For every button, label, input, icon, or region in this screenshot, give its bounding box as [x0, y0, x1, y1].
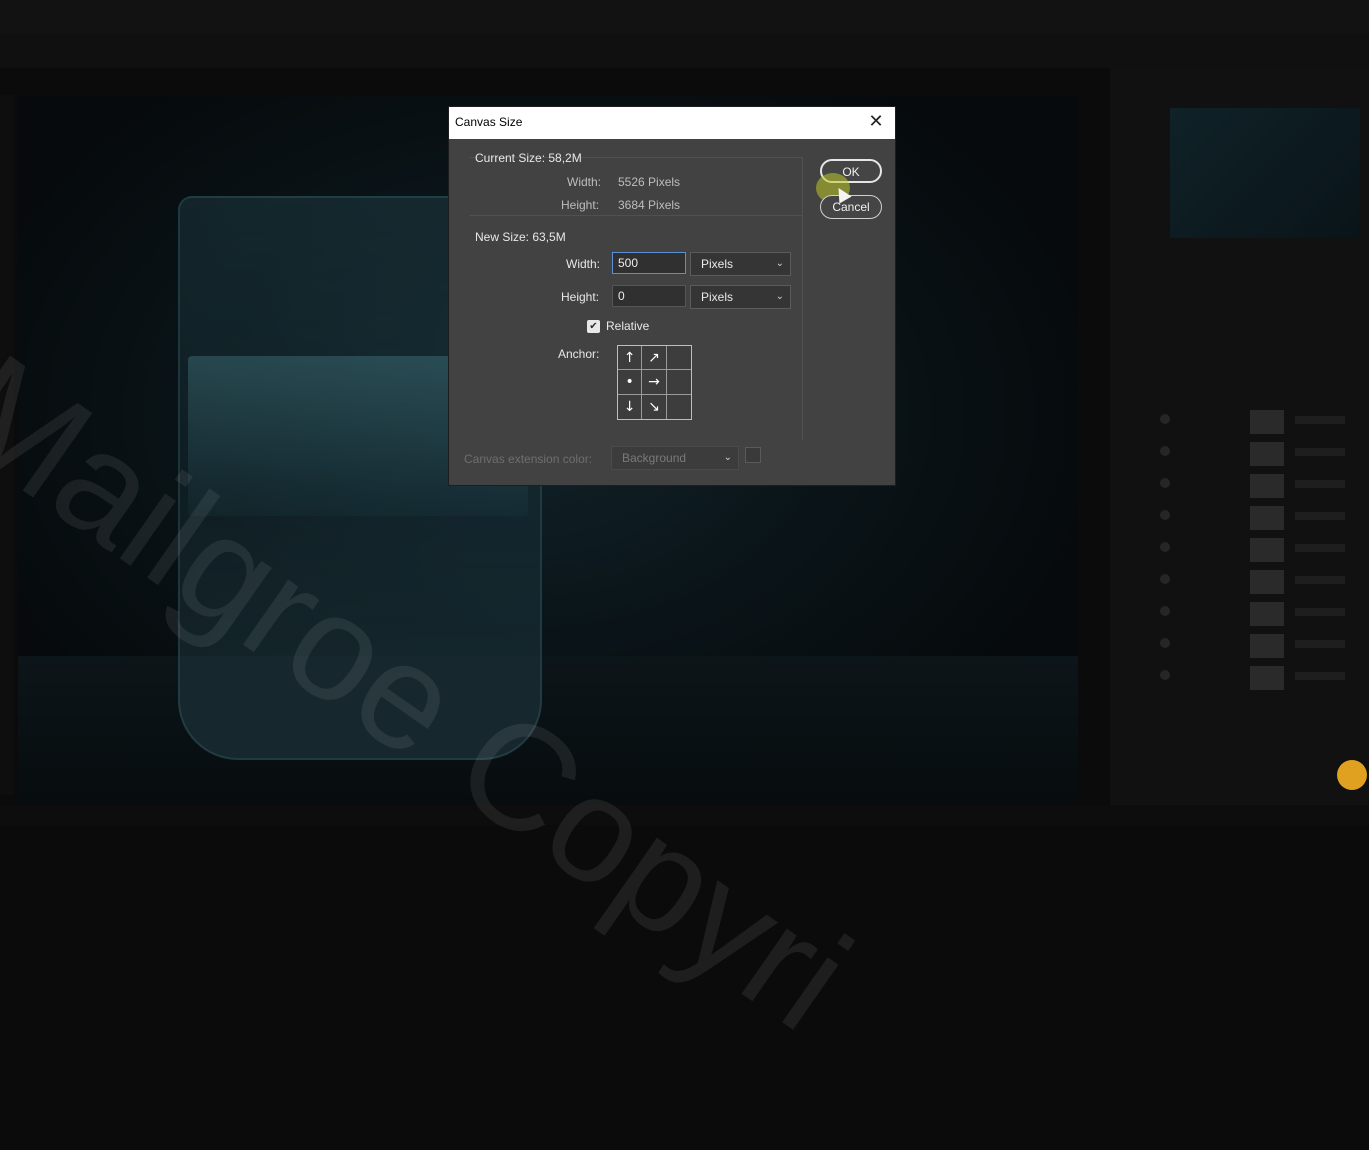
- anchor-top-center[interactable]: ↗: [642, 346, 667, 371]
- close-icon[interactable]: ✕: [865, 109, 887, 135]
- layer-row: [1160, 408, 1360, 436]
- anchor-middle-center[interactable]: →: [642, 370, 667, 395]
- cancel-button[interactable]: Cancel: [820, 195, 882, 219]
- current-height-label: Height:: [561, 198, 600, 212]
- relative-label: Relative: [606, 319, 650, 333]
- chevron-down-icon: ⌄: [775, 258, 784, 269]
- anchor-middle-right[interactable]: [666, 370, 691, 395]
- layer-row: [1160, 504, 1360, 532]
- layer-row: [1160, 568, 1360, 596]
- extension-color-swatch[interactable]: [745, 447, 761, 463]
- anchor-top-left[interactable]: ↑: [618, 346, 643, 371]
- anchor-grid: ↑ ↗ • → ↓ ↘: [617, 345, 692, 420]
- layer-row: [1160, 600, 1360, 628]
- right-panels: [1110, 68, 1369, 825]
- status-bar: [0, 805, 1369, 825]
- current-height-value: 3684 Pixels: [618, 198, 681, 212]
- layer-row: [1160, 536, 1360, 564]
- layer-row: [1160, 440, 1360, 468]
- relative-checkbox[interactable]: ✔: [587, 320, 600, 333]
- width-unit-value: Pixels: [701, 257, 734, 271]
- new-width-label: Width:: [566, 257, 601, 271]
- current-width-value: 5526 Pixels: [618, 175, 681, 189]
- document-tab: [20, 70, 332, 90]
- height-unit-select[interactable]: Pixels ⌄: [690, 285, 791, 309]
- anchor-bottom-center[interactable]: ↘: [642, 394, 667, 419]
- anchor-bottom-right[interactable]: [667, 395, 691, 419]
- photo-table: [18, 656, 1078, 804]
- layer-row: [1160, 632, 1360, 660]
- options-bar: [0, 34, 1369, 68]
- chevron-down-icon: ⌄: [775, 291, 784, 302]
- tools-panel: [0, 95, 14, 795]
- dialog-titlebar: Canvas Size ✕: [449, 107, 895, 139]
- dialog-title: Canvas Size: [455, 115, 523, 129]
- navigator-thumbnail: [1170, 108, 1360, 238]
- layer-row: [1160, 664, 1360, 692]
- anchor-label: Anchor:: [558, 347, 600, 361]
- layer-row: [1160, 472, 1360, 500]
- extension-color-value: Background: [622, 451, 687, 465]
- width-unit-select[interactable]: Pixels ⌄: [690, 252, 791, 276]
- new-height-label: Height:: [561, 290, 600, 304]
- width-input[interactable]: 500: [612, 252, 686, 274]
- height-unit-value: Pixels: [701, 290, 734, 304]
- canvas-size-dialog: Canvas Size ✕ Current Size: 58,2M Width:…: [448, 106, 896, 486]
- emoji-badge-icon: [1337, 760, 1367, 790]
- new-size-label: New Size: 63,5M: [475, 230, 566, 244]
- anchor-bottom-left[interactable]: ↓: [618, 394, 643, 419]
- extension-color-label: Canvas extension color:: [464, 452, 593, 466]
- height-input[interactable]: 0: [612, 285, 686, 307]
- anchor-top-right[interactable]: [666, 346, 691, 371]
- chevron-down-icon: ⌄: [723, 452, 732, 463]
- current-width-label: Width:: [567, 175, 602, 189]
- current-size-label: Current Size: 58,2M: [475, 151, 582, 165]
- anchor-middle-left[interactable]: •: [618, 370, 643, 395]
- menu-bar: [0, 0, 1369, 34]
- extension-color-select[interactable]: Background ⌄: [611, 446, 739, 470]
- divider: [469, 215, 803, 216]
